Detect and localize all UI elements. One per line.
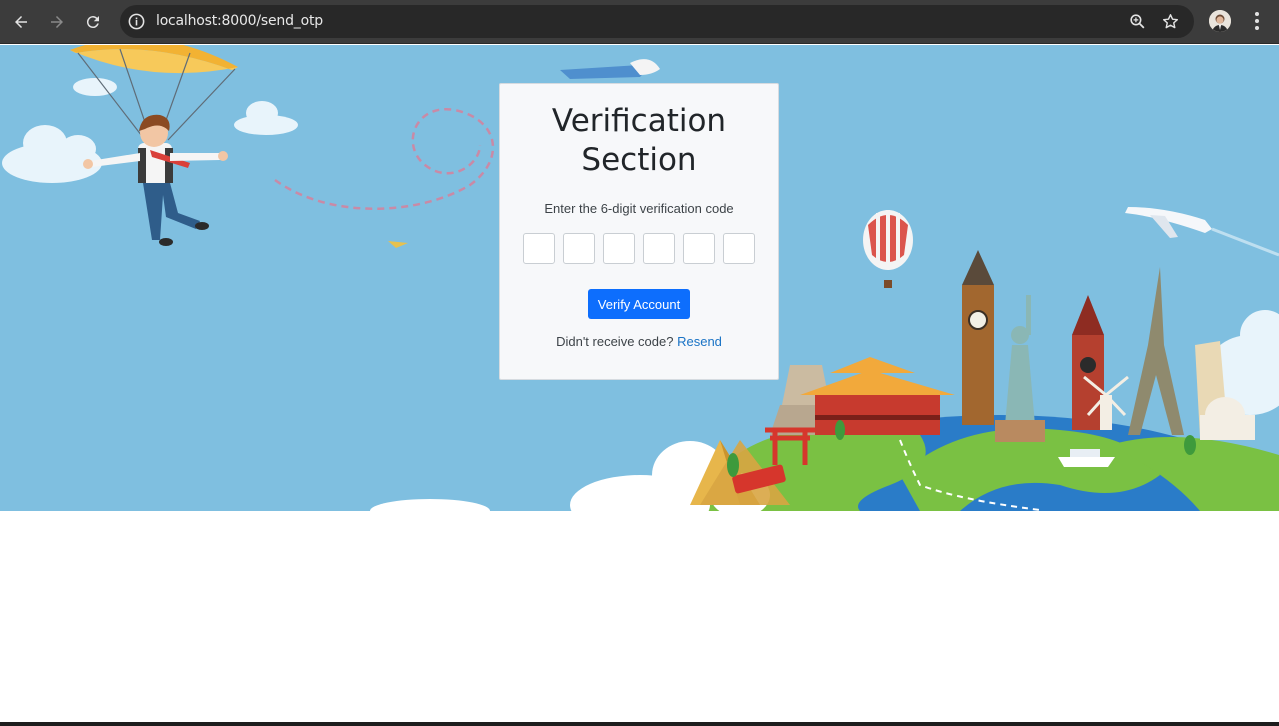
verification-card: Verification Section Enter the 6-digit v… bbox=[499, 83, 779, 380]
otp-digit-3[interactable] bbox=[603, 233, 635, 264]
page-title: Verification Section bbox=[500, 102, 778, 180]
back-button[interactable] bbox=[7, 8, 35, 36]
title-line-2: Section bbox=[581, 142, 697, 178]
verify-account-button[interactable]: Verify Account bbox=[587, 289, 691, 319]
url-text: localhost:8000/send_otp bbox=[156, 13, 323, 29]
browser-toolbar: localhost:8000/send_otp bbox=[0, 0, 1279, 44]
reload-button[interactable] bbox=[79, 8, 107, 36]
otp-digit-5[interactable] bbox=[683, 233, 715, 264]
zoom-icon[interactable] bbox=[1128, 12, 1147, 31]
reload-icon bbox=[86, 16, 99, 29]
profile-avatar[interactable] bbox=[1209, 10, 1231, 32]
otp-digit-4[interactable] bbox=[643, 233, 675, 264]
title-line-1: Verification bbox=[551, 103, 727, 139]
bookmark-star-icon[interactable] bbox=[1161, 12, 1180, 31]
resend-link[interactable]: Resend bbox=[677, 334, 722, 349]
taskbar-edge bbox=[0, 722, 1279, 726]
address-bar[interactable]: localhost:8000/send_otp bbox=[120, 5, 1194, 38]
menu-kebab-icon[interactable] bbox=[1247, 10, 1267, 32]
resend-line: Didn't receive code? Resend bbox=[500, 334, 778, 349]
back-icon bbox=[15, 16, 27, 28]
otp-digit-1[interactable] bbox=[523, 233, 555, 264]
resend-prompt: Didn't receive code? bbox=[556, 334, 674, 349]
otp-digit-6[interactable] bbox=[723, 233, 755, 264]
otp-input-group bbox=[500, 233, 778, 264]
otp-digit-2[interactable] bbox=[563, 233, 595, 264]
forward-button[interactable] bbox=[43, 8, 71, 36]
site-info-icon[interactable] bbox=[127, 12, 146, 31]
forward-icon bbox=[51, 16, 63, 28]
instruction-text: Enter the 6-digit verification code bbox=[544, 201, 734, 216]
